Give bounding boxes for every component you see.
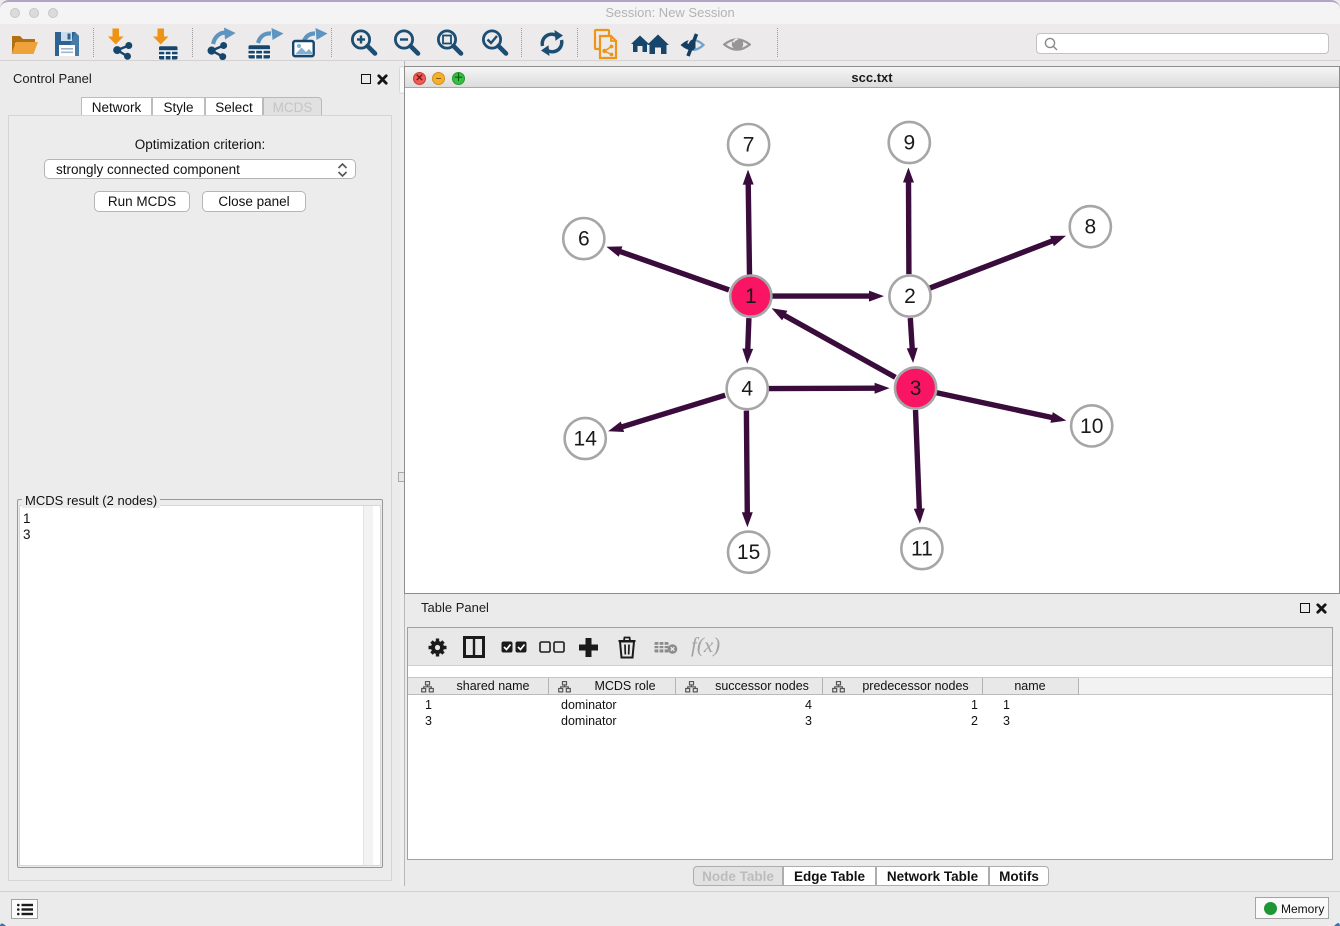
svg-text:2: 2 [904, 285, 916, 308]
svg-text:7: 7 [743, 134, 755, 157]
svg-text:4: 4 [741, 378, 753, 401]
svg-text:8: 8 [1084, 216, 1096, 239]
svg-text:14: 14 [574, 428, 598, 451]
svg-text:10: 10 [1080, 415, 1103, 438]
svg-text:11: 11 [911, 538, 933, 561]
svg-text:15: 15 [737, 541, 760, 564]
svg-text:6: 6 [578, 228, 590, 251]
svg-text:1: 1 [745, 285, 757, 308]
svg-text:3: 3 [910, 377, 922, 400]
svg-text:9: 9 [903, 132, 915, 155]
